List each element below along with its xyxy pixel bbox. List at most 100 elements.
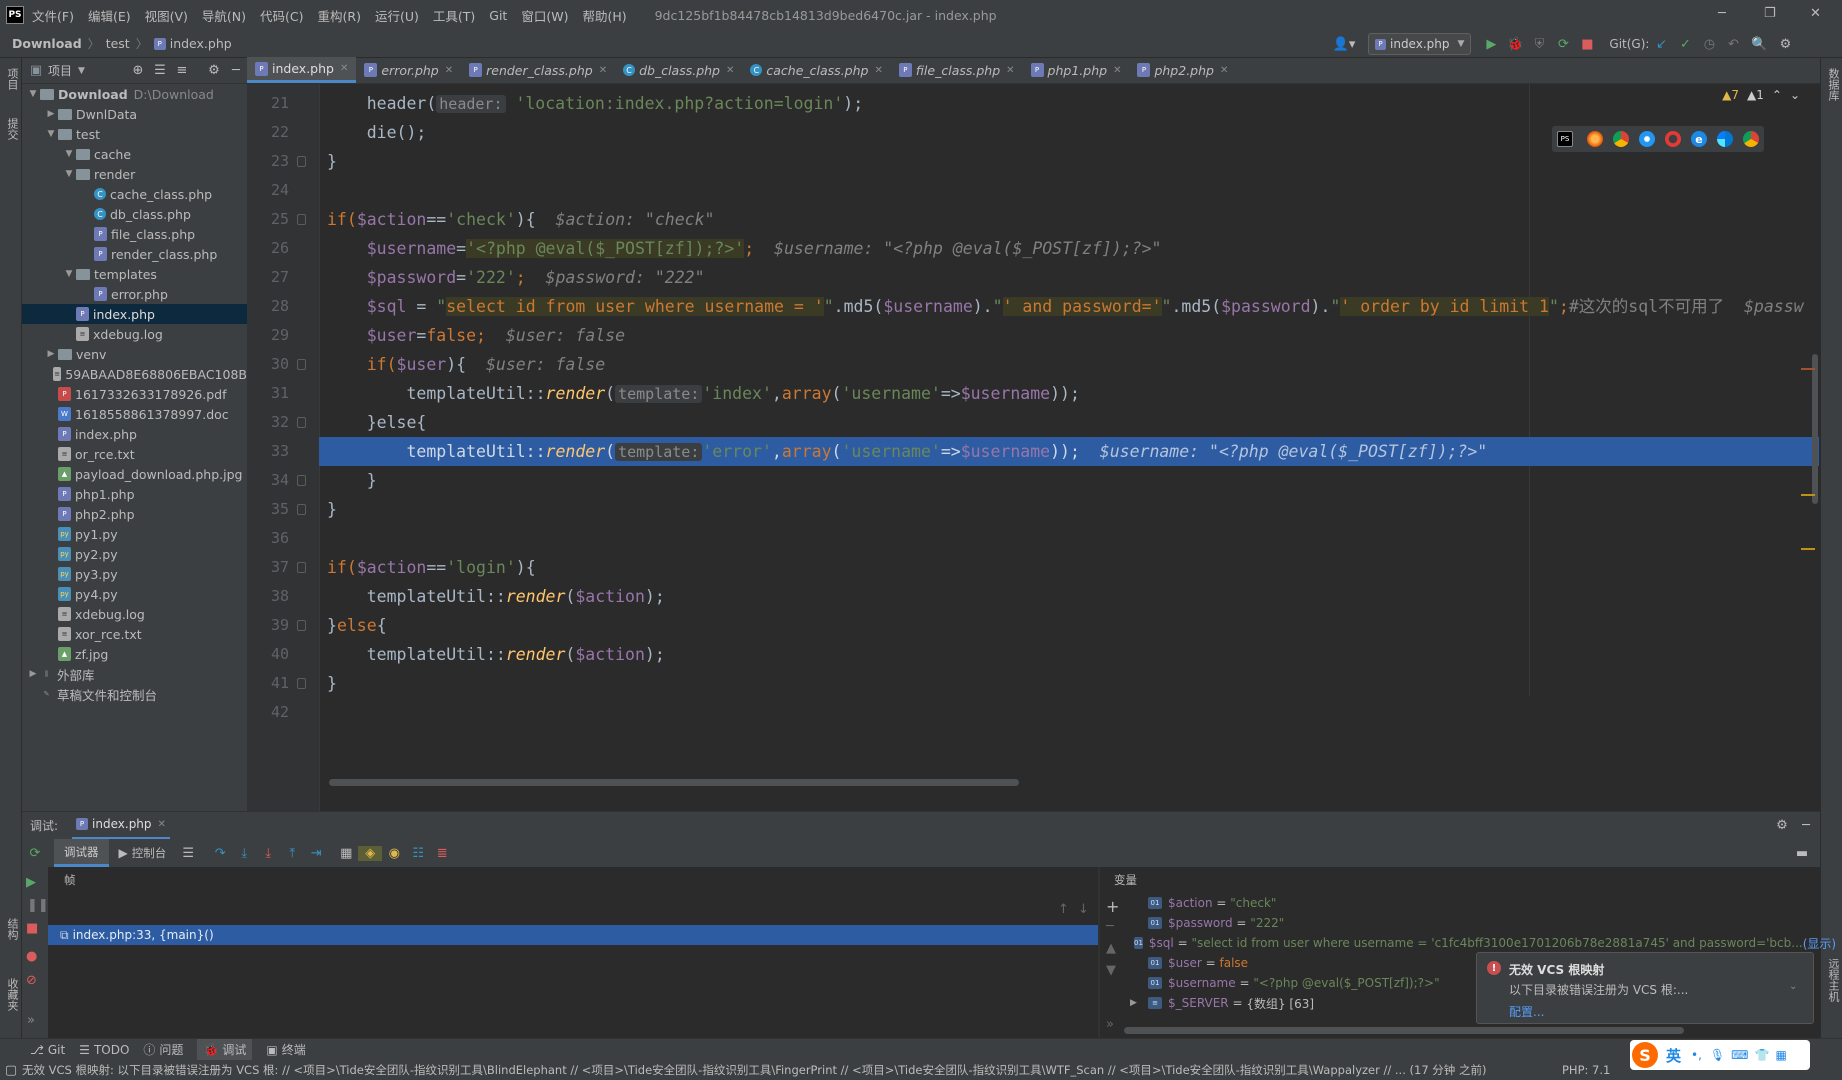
tree-file[interactable]: Perror.php	[22, 284, 247, 304]
tree-file[interactable]: Cdb_class.php	[22, 204, 247, 224]
line-number[interactable]: 39	[247, 611, 289, 640]
breadcrumb-download[interactable]: Download	[12, 36, 82, 51]
fold-marker-icon[interactable]	[297, 620, 306, 631]
close-icon[interactable]: ✕	[726, 65, 734, 76]
strip-structure[interactable]: 结构	[4, 918, 20, 940]
warning-stripe-mark[interactable]	[1801, 548, 1815, 550]
chevron-right-icon[interactable]: ▶	[26, 669, 40, 679]
tree-file[interactable]: py py3.py	[22, 564, 247, 584]
stop-icon[interactable]: ■	[1575, 37, 1599, 52]
tree-file[interactable]: W 1618558861378997.doc	[22, 404, 247, 424]
tree-file[interactable]: ▲ zf.jpg	[22, 644, 247, 664]
force-step-into-icon[interactable]: ⤓	[256, 846, 280, 861]
code-editor[interactable]: 21 22 23 24 25 26 27 28 29 30 31 32 33 34 35 36 37 38 39 40…	[247, 84, 1820, 811]
editor-tab[interactable]: Pfile_class.php ✕	[891, 57, 1023, 83]
rerun-icon[interactable]: ⟳	[22, 846, 48, 861]
editor-tab[interactable]: Perror.php ✕	[356, 57, 461, 83]
menu-help[interactable]: 帮助(H)	[582, 6, 626, 25]
strip-database[interactable]: 数据库	[1825, 68, 1841, 101]
show-more-link[interactable]: (显示)	[1803, 935, 1836, 952]
restore-layout-icon[interactable]: ▬	[1790, 846, 1814, 861]
menu-file[interactable]: 文件(F)	[32, 6, 74, 25]
tree-file[interactable]: Prender_class.php	[22, 244, 247, 264]
inspection-widget[interactable]: ▲7 ▲1 ⌃ ⌄	[1722, 88, 1800, 102]
chevron-down-icon[interactable]: ▼	[62, 269, 76, 279]
breakpoints-icon[interactable]: ●	[26, 949, 37, 964]
menu-tools[interactable]: 工具(T)	[433, 6, 475, 25]
mute-breakpoints-icon[interactable]: ◉	[382, 846, 406, 861]
tree-file[interactable]: Pindex.php	[22, 424, 247, 444]
firefox-icon[interactable]	[1587, 131, 1603, 147]
tab-problems[interactable]: ⓘ 问题	[143, 1041, 183, 1058]
menu-navigate[interactable]: 导航(N)	[202, 6, 246, 25]
line-number[interactable]: 22	[247, 118, 289, 147]
resume-icon[interactable]: ▶	[26, 875, 36, 890]
tree-file[interactable]: Ccache_class.php	[22, 184, 247, 204]
tree-file[interactable]: ≡ xdebug.log	[22, 604, 247, 624]
line-number[interactable]: 26	[247, 234, 289, 263]
settings-list-icon[interactable]: ≣	[430, 846, 454, 861]
more-icon[interactable]: »	[1106, 1017, 1114, 1032]
menu-edit[interactable]: 编辑(E)	[88, 6, 131, 25]
sogou-logo-icon[interactable]: S	[1632, 1042, 1658, 1068]
chevron-down-icon[interactable]: ▼	[78, 66, 85, 76]
step-out-icon[interactable]: ⤒	[280, 846, 304, 861]
weak-warning-count[interactable]: ▲1	[1747, 88, 1764, 102]
fold-marker-icon[interactable]	[297, 417, 306, 428]
tab-git[interactable]: ⎇ Git	[30, 1043, 65, 1057]
line-number[interactable]: 40	[247, 640, 289, 669]
tree-file[interactable]: Pfile_class.php	[22, 224, 247, 244]
line-number[interactable]: 21	[247, 89, 289, 118]
coverage-icon[interactable]: ⛨	[1527, 37, 1551, 52]
menu-refactor[interactable]: 重构(R)	[318, 6, 361, 25]
hide-icon[interactable]: ─	[1796, 818, 1816, 833]
editor-tab[interactable]: Prender_class.php ✕	[461, 57, 615, 83]
arrow-down-icon[interactable]: ↓	[1078, 902, 1089, 917]
strip-commit[interactable]: 提交	[4, 118, 20, 140]
tree-file[interactable]: ▲ payload_download.php.jpg	[22, 464, 247, 484]
frame-row-selected[interactable]: ⧉ index.php:33, {main}()	[48, 925, 1098, 945]
close-icon[interactable]: ✕	[599, 65, 607, 76]
tree-file[interactable]: ≡ 59ABAAD8E68806EBAC108B	[22, 364, 247, 384]
layout-icon[interactable]: ☰	[176, 846, 200, 861]
variable-row[interactable]: 01 $action = "check"	[1130, 893, 1820, 913]
user-icon[interactable]: 👤▾	[1330, 37, 1358, 52]
menu-view[interactable]: 视图(V)	[145, 6, 188, 25]
tree-file[interactable]: Pphp1.php	[22, 484, 247, 504]
configure-link[interactable]: 配置...	[1509, 1003, 1544, 1020]
close-icon[interactable]: ✕	[1220, 65, 1228, 76]
line-number[interactable]: 35	[247, 495, 289, 524]
debug-session-tab[interactable]: P index.php ✕	[72, 812, 170, 840]
internet-explorer-icon[interactable]: e	[1691, 131, 1707, 147]
chevron-right-icon[interactable]: ▶	[1130, 998, 1144, 1008]
fold-marker-icon[interactable]	[297, 562, 306, 573]
close-icon[interactable]: ✕	[1006, 65, 1014, 76]
chevron-down-icon[interactable]: ⌄	[1789, 981, 1797, 992]
chrome-icon[interactable]	[1613, 131, 1629, 147]
chevron-down-icon[interactable]: ▼	[62, 149, 76, 159]
breadcrumb-index-php[interactable]: index.php	[170, 36, 232, 51]
close-icon[interactable]: ✕	[874, 65, 882, 76]
tree-folder[interactable]: ▼ cache	[22, 144, 247, 164]
tree-file[interactable]: py py1.py	[22, 524, 247, 544]
minimize-icon[interactable]: ─	[1718, 6, 1726, 21]
chevron-down-icon[interactable]: ▼	[44, 129, 58, 139]
php-version[interactable]: PHP: 7.1	[1562, 1063, 1610, 1077]
mute-icon[interactable]: ⊘	[26, 973, 37, 988]
close-icon[interactable]: ✕	[445, 65, 453, 76]
hide-icon[interactable]: ─	[225, 63, 247, 78]
line-number[interactable]: 36	[247, 524, 289, 553]
punctuation-icon[interactable]: •,	[1691, 1048, 1702, 1062]
close-icon[interactable]: ✕	[158, 819, 166, 830]
warning-count[interactable]: ▲7	[1722, 88, 1739, 102]
tree-file[interactable]: py py2.py	[22, 544, 247, 564]
tab-console[interactable]: ▶ 控制台	[109, 839, 177, 867]
move-down-icon[interactable]: ▼	[1106, 963, 1116, 978]
tree-file[interactable]: ≡ or_rce.txt	[22, 444, 247, 464]
restore-icon[interactable]: ❐	[1764, 6, 1776, 21]
status-message[interactable]: 无效 VCS 根映射: 以下目录被错误注册为 VCS 根: // <项目>\Ti…	[22, 1062, 1542, 1078]
tree-file[interactable]: ≡ xdebug.log	[22, 324, 247, 344]
step-into-icon[interactable]: ⤓	[232, 846, 256, 861]
status-layout-icon[interactable]: ▢	[0, 1063, 22, 1078]
tab-debug[interactable]: 🐞 调试	[197, 1038, 253, 1061]
